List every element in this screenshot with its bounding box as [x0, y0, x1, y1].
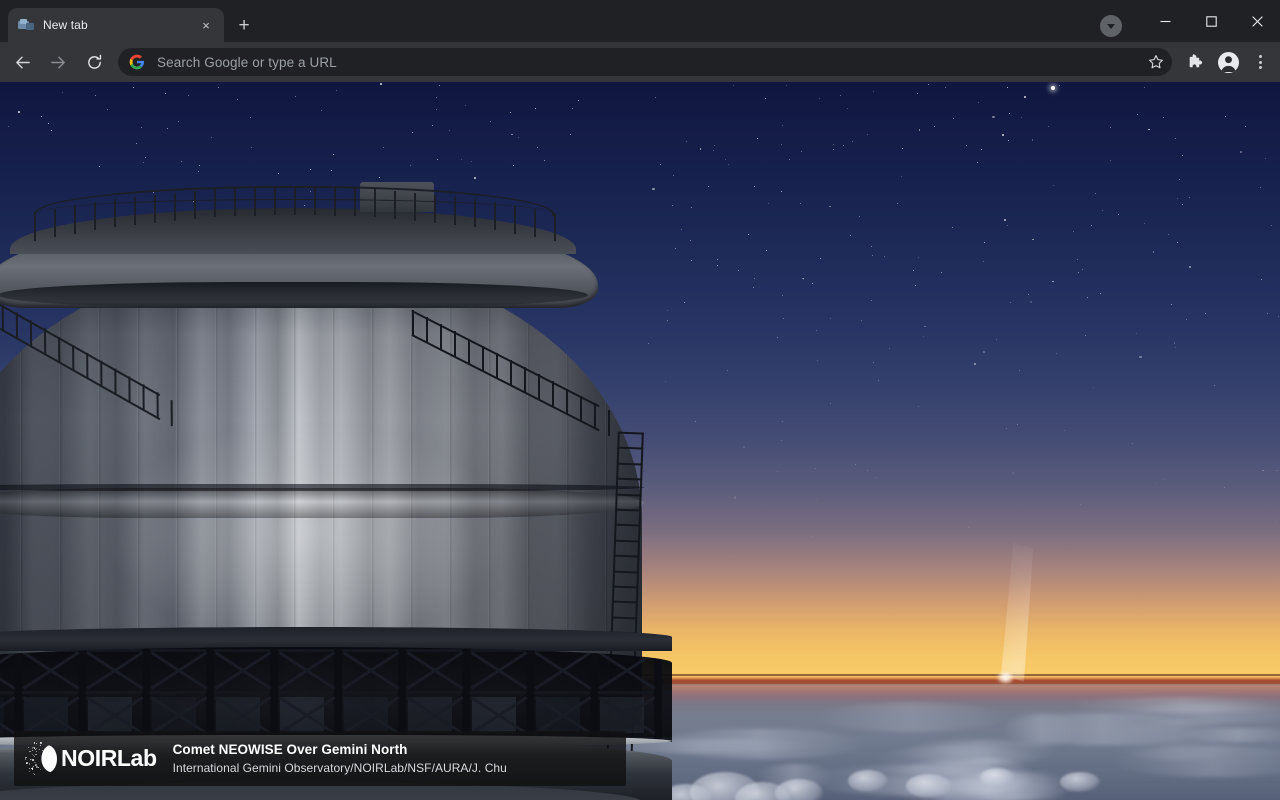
address-bar-placeholder: Search Google or type a URL: [157, 54, 337, 70]
caption-text-block: Comet NEOWISE Over Gemini North Internat…: [173, 741, 507, 775]
reload-icon: [87, 54, 101, 69]
tab-title: New tab: [43, 18, 88, 32]
tab-strip: New tab × +: [0, 0, 258, 42]
new-tab-button[interactable]: +: [230, 11, 258, 39]
download-indicator-icon[interactable]: [1100, 15, 1122, 37]
noirlab-crescent-icon: [24, 741, 60, 776]
window-controls: [1100, 0, 1280, 42]
tab-close-icon[interactable]: ×: [196, 15, 216, 35]
back-button[interactable]: [6, 46, 38, 78]
back-arrow-icon: [15, 56, 30, 68]
reload-button[interactable]: [78, 46, 110, 78]
browser-tab[interactable]: New tab ×: [8, 8, 224, 42]
puzzle-piece-icon: [1189, 53, 1202, 67]
noirlab-logo: NOIRLab: [24, 741, 157, 776]
caption-credit: International Gemini Observatory/NOIRLab…: [172, 760, 507, 775]
right-stairway: [411, 310, 622, 460]
google-g-icon: [129, 54, 145, 70]
left-stairway: [0, 273, 189, 427]
noirlab-logo-text: NOIRLab: [61, 745, 157, 771]
browser-toolbar: Search Google or type a URL: [0, 42, 1280, 82]
page-content: NOIRLab Comet NEOWISE Over Gemini North …: [0, 82, 1280, 800]
caption-title: Comet NEOWISE Over Gemini North: [172, 742, 408, 758]
title-bar: New tab × +: [0, 0, 1280, 42]
minimize-button[interactable]: [1142, 5, 1188, 37]
image-caption-overlay: NOIRLab Comet NEOWISE Over Gemini North …: [14, 731, 626, 786]
person-avatar-icon: [1217, 51, 1239, 73]
extensions-button[interactable]: [1181, 47, 1211, 77]
three-dot-menu-icon: [1258, 55, 1262, 69]
comet-nucleus: [997, 671, 1014, 684]
profile-button[interactable]: [1213, 47, 1243, 77]
maximize-button[interactable]: [1188, 5, 1234, 37]
address-bar[interactable]: Search Google or type a URL: [118, 48, 1172, 76]
chrome-menu-button[interactable]: [1245, 47, 1275, 77]
truss-lattice: [0, 647, 672, 742]
browser-window: New tab × + Search Google or type a URL …: [0, 0, 1280, 800]
close-button[interactable]: [1234, 5, 1280, 37]
forward-arrow-icon: [50, 56, 65, 68]
page-favicon-icon: [18, 17, 34, 33]
dome-belt: [0, 488, 644, 518]
forward-button[interactable]: [42, 46, 74, 78]
bookmark-star-icon[interactable]: [1144, 50, 1168, 74]
